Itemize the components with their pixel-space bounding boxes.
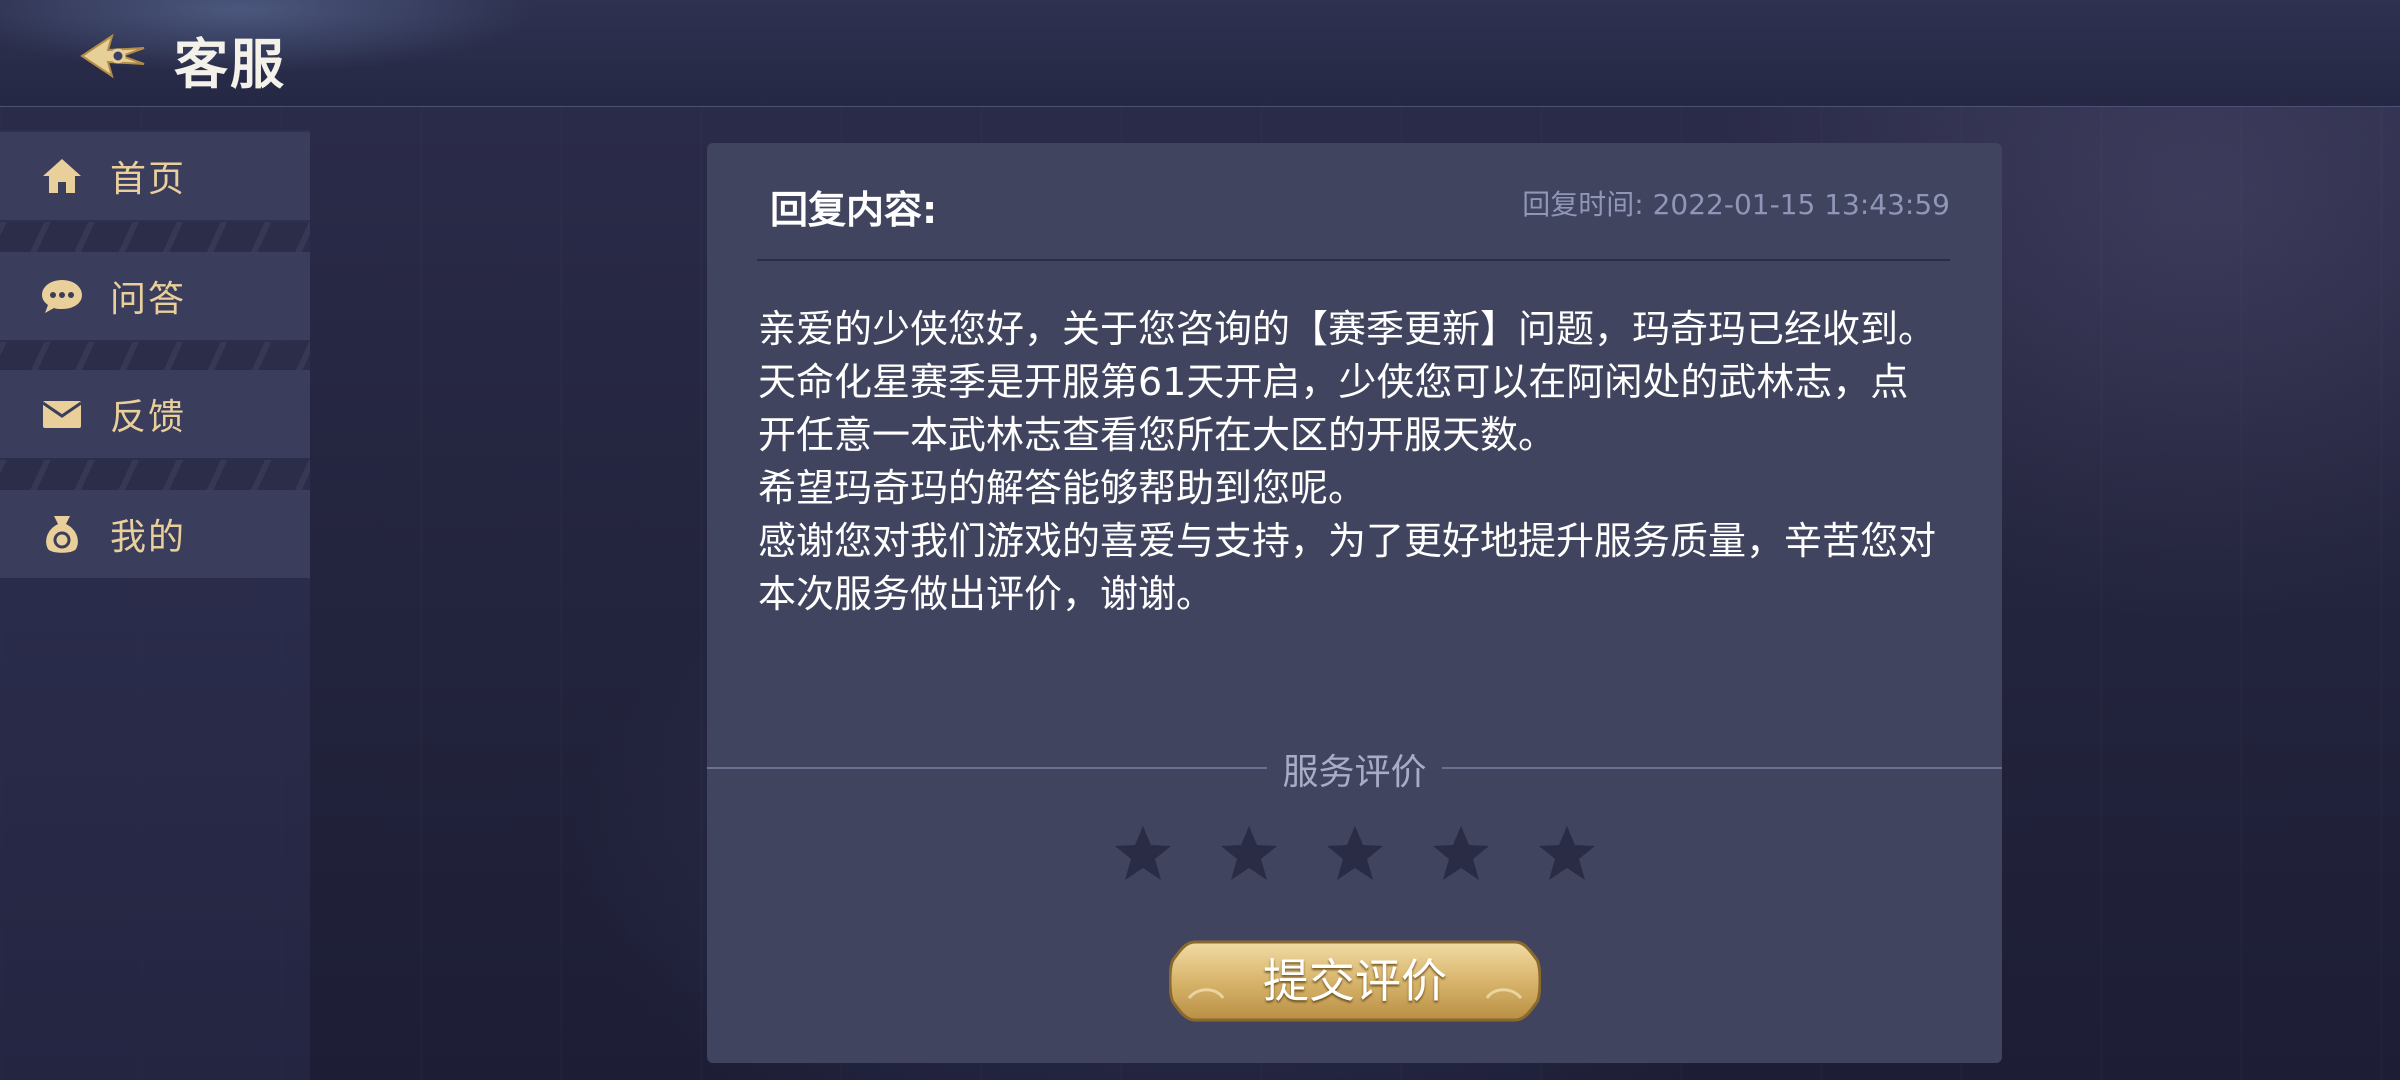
sidebar-divider [0, 460, 310, 490]
reply-paragraph: 希望玛奇玛的解答能够帮助到您呢。 [758, 466, 1367, 510]
sidebar-item-feedback[interactable]: 反馈 [0, 370, 310, 458]
rating-section-header: 服务评价 [707, 743, 2002, 793]
sidebar-item-qa[interactable]: 问答 [0, 252, 310, 340]
sidebar-divider [0, 222, 310, 252]
back-button[interactable] [78, 26, 150, 86]
submit-button-label: 提交评价 [1263, 954, 1447, 1008]
reply-heading: 回复内容: [770, 188, 938, 232]
rating-divider-right [1442, 767, 2002, 769]
page-title: 客服 [174, 33, 286, 96]
reply-message: 亲爱的少侠您好，关于您咨询的【赛季更新】问题，玛奇玛已经收到。 天命化星赛季是开… [758, 303, 1938, 621]
top-bar: 客服 [0, 0, 2400, 107]
submit-rating-button[interactable]: 提交评价 [1169, 938, 1541, 1024]
sidebar-item-label: 反馈 [110, 397, 187, 438]
star-rating [707, 823, 2002, 885]
reply-paragraph: 天命化星赛季是开服第61天开启，少侠您可以在阿闲处的武林志，点开任意一本武林志查… [758, 360, 1909, 457]
heading-divider [757, 259, 1950, 261]
home-icon [40, 154, 84, 198]
sidebar-item-mine[interactable]: 我的 [0, 490, 310, 578]
mail-icon [40, 392, 84, 436]
reply-paragraph: 感谢您对我们游戏的喜爱与支持，为了更好地提升服务质量，辛苦您对本次服务做出评价，… [758, 519, 1937, 616]
sidebar-item-label: 问答 [110, 279, 187, 320]
sidebar-item-label: 我的 [110, 517, 187, 558]
rating-label: 服务评价 [1282, 752, 1427, 793]
star-icon[interactable] [1430, 823, 1492, 885]
star-icon[interactable] [1218, 823, 1280, 885]
star-icon[interactable] [1112, 823, 1174, 885]
star-icon[interactable] [1324, 823, 1386, 885]
reply-paragraph: 亲爱的少侠您好，关于您咨询的【赛季更新】问题，玛奇玛已经收到。 [758, 307, 1937, 351]
star-icon[interactable] [1536, 823, 1598, 885]
sidebar: 首页 问答 反馈 我的 [0, 130, 310, 1080]
reply-timestamp: 回复时间: 2022-01-15 13:43:59 [1522, 188, 1950, 221]
sidebar-item-home[interactable]: 首页 [0, 132, 310, 220]
sidebar-divider [0, 342, 310, 372]
money-bag-icon [40, 512, 84, 556]
sidebar-item-label: 首页 [110, 159, 187, 200]
chat-bubble-icon [40, 274, 84, 318]
reply-panel: 回复内容: 回复时间: 2022-01-15 13:43:59 亲爱的少侠您好，… [707, 143, 2002, 1063]
ornate-back-arrow-icon [80, 33, 145, 79]
